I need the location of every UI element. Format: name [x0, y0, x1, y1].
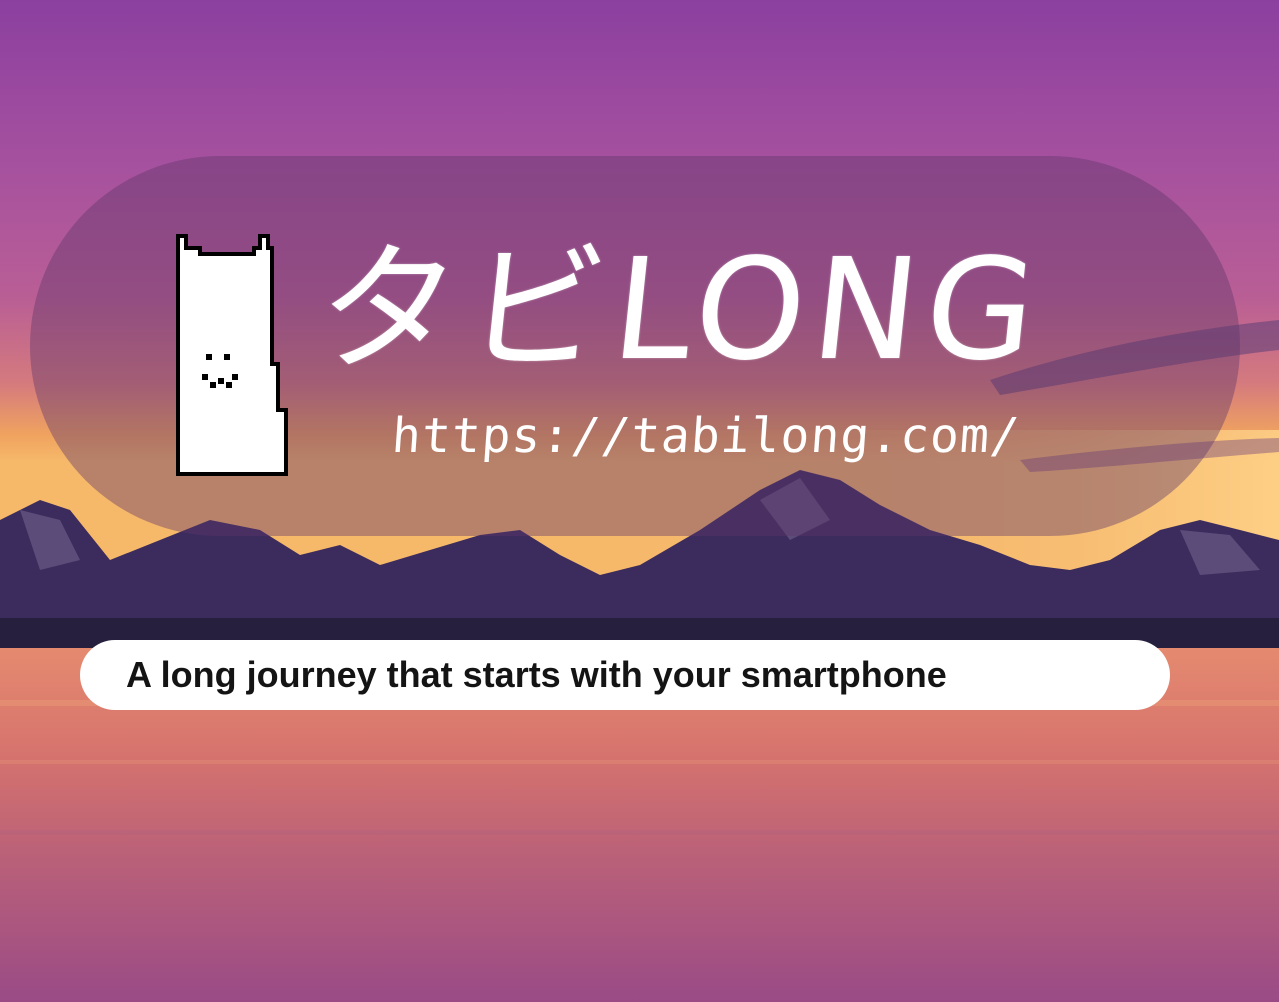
cat-mascot-icon [176, 234, 288, 476]
tagline-banner: A long journey that starts with your sma… [80, 640, 1170, 710]
brand-name: タビLONG [309, 229, 1052, 392]
site-url: https://tabilong.com/ [390, 408, 1022, 464]
tagline-text: A long journey that starts with your sma… [126, 654, 947, 695]
